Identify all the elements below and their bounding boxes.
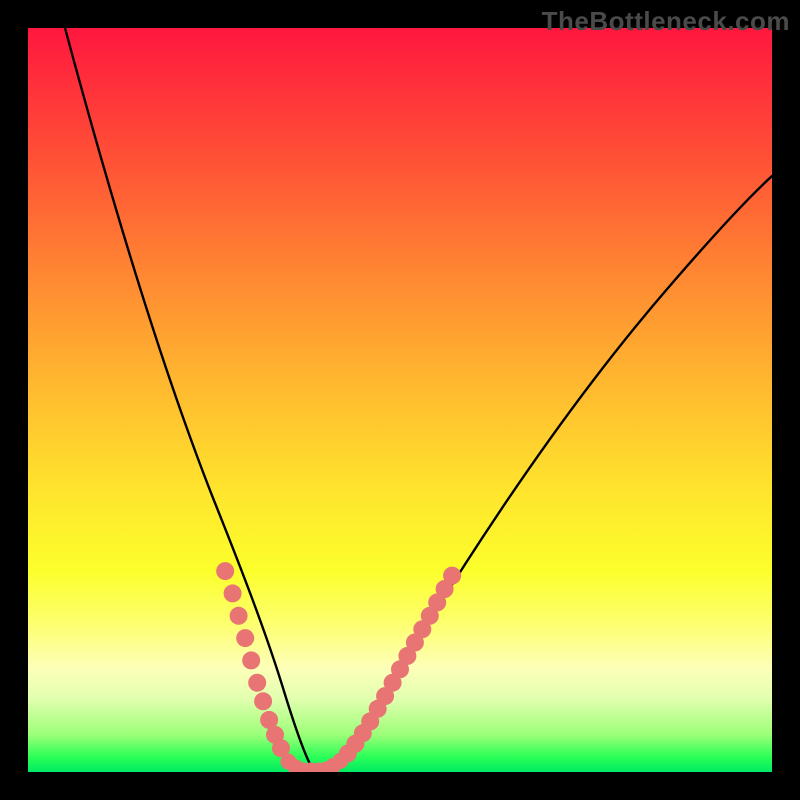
curve-group	[65, 28, 772, 772]
highlight-dot	[248, 674, 266, 692]
plot-area	[28, 28, 772, 772]
bottleneck-curve	[28, 28, 772, 772]
highlight-dots	[216, 562, 461, 772]
highlight-dot	[224, 584, 242, 602]
curve-path	[65, 28, 772, 770]
highlight-dot	[216, 562, 234, 580]
highlight-dot	[236, 629, 254, 647]
highlight-dot	[230, 607, 248, 625]
highlight-dot	[242, 651, 260, 669]
highlight-dot	[443, 567, 461, 585]
highlight-dot	[254, 692, 272, 710]
chart-frame: TheBottleneck.com	[0, 0, 800, 800]
watermark-text: TheBottleneck.com	[542, 6, 790, 37]
